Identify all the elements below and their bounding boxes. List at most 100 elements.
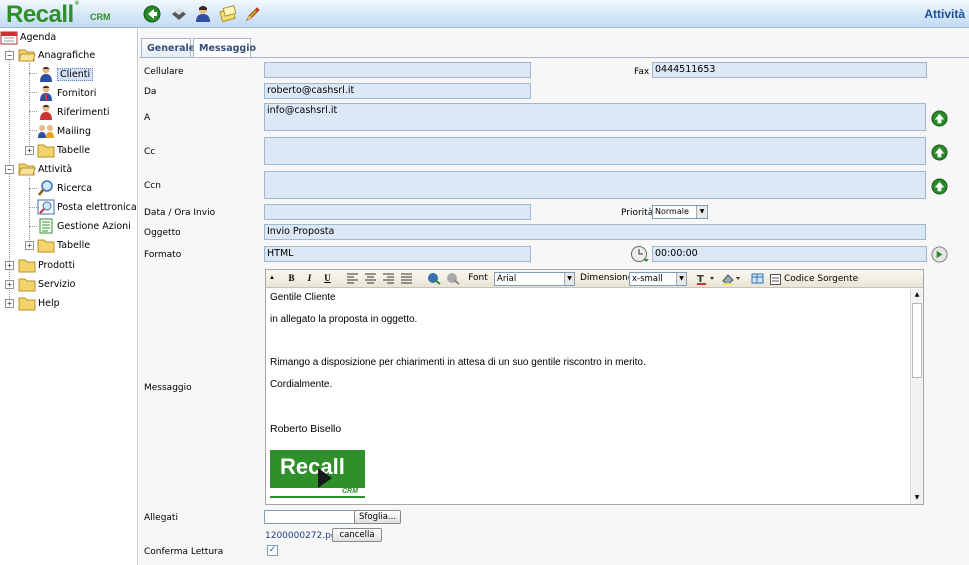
browse-button[interactable]: Sfoglia... <box>354 510 401 524</box>
expand-toggle[interactable]: + <box>25 241 34 250</box>
folder-open-icon <box>18 163 36 176</box>
clock-icon[interactable] <box>630 245 650 263</box>
text-color-icon[interactable]: T <box>696 272 716 285</box>
scroll-thumb[interactable] <box>912 303 922 378</box>
subject-field[interactable]: Invio Proposta <box>264 224 926 240</box>
collapse-toggle[interactable]: − <box>5 165 14 174</box>
size-label: Dimensione <box>580 273 634 283</box>
app-logo: Recall® <box>6 1 79 28</box>
cellulare-field[interactable] <box>264 62 531 78</box>
ccn-field[interactable] <box>264 171 926 199</box>
underline-button[interactable]: U <box>321 272 334 285</box>
cc-field[interactable] <box>264 137 926 165</box>
expand-toggle[interactable]: + <box>5 280 14 289</box>
notes-icon[interactable] <box>219 5 237 23</box>
sidebar-item-clienti[interactable]: Clienti <box>37 65 94 83</box>
sidebar: Agenda − Anagrafiche Clienti Fornitori R… <box>0 28 138 565</box>
app-logo-suffix: CRM <box>90 12 111 22</box>
ccn-label: Ccn <box>144 181 161 191</box>
sidebar-item-anagrafiche[interactable]: Anagrafiche <box>18 46 95 64</box>
font-label: Font <box>468 273 488 283</box>
signature-logo: Recall CRM <box>270 450 365 498</box>
sidebar-item-riferimenti[interactable]: Riferimenti <box>37 103 109 121</box>
sidebar-item-help[interactable]: Help <box>18 294 60 312</box>
pencil-icon[interactable] <box>244 5 262 23</box>
fax-field[interactable]: 0444511653 <box>652 62 927 78</box>
sidebar-item-prodotti[interactable]: Prodotti <box>18 256 75 274</box>
cancel-attachment-button[interactable]: cancella <box>332 528 382 542</box>
sidebar-item-servizio[interactable]: Servizio <box>18 275 75 293</box>
attachment-path-field[interactable] <box>264 510 356 524</box>
priority-select[interactable]: Normale ▼ <box>652 205 708 219</box>
sidebar-item-posta-elettronica[interactable]: Posta elettronica <box>37 198 137 216</box>
fax-label: Fax <box>634 67 650 77</box>
folder-icon <box>37 239 55 253</box>
cc-label: Cc <box>144 147 156 157</box>
sidebar-item-tabelle[interactable]: Tabelle <box>37 141 90 159</box>
to-field[interactable]: info@cashsrl.it <box>264 103 926 131</box>
message-line: in allegato la proposta in oggetto. <box>270 314 418 325</box>
align-left-icon[interactable] <box>346 272 359 285</box>
forward-icon[interactable] <box>931 246 948 263</box>
arrow-icon <box>318 468 332 488</box>
folder-icon <box>18 259 36 273</box>
add-recipient-icon[interactable] <box>931 110 948 127</box>
email-icon <box>37 199 55 215</box>
sidebar-item-agenda[interactable]: Agenda <box>0 28 56 46</box>
source-code-icon <box>770 273 781 285</box>
cellulare-label: Cellulare <box>144 67 184 77</box>
send-date-field[interactable] <box>264 204 531 220</box>
read-receipt-checkbox[interactable]: ✓ <box>267 545 278 556</box>
attachment-link[interactable]: 1200000272.pdf <box>265 531 340 541</box>
format-field[interactable]: HTML <box>264 246 531 262</box>
bold-button[interactable]: B <box>285 272 298 285</box>
sidebar-item-mailing[interactable]: Mailing <box>37 122 91 140</box>
italic-button[interactable]: I <box>303 272 316 285</box>
font-select[interactable]: Arial ▼ <box>494 272 575 286</box>
back-icon[interactable] <box>143 5 161 23</box>
sidebar-item-ricerca[interactable]: Ricerca <box>37 179 92 197</box>
user-icon[interactable] <box>194 5 212 23</box>
message-line: Cordialmente. <box>270 379 333 390</box>
add-cc-icon[interactable] <box>931 144 948 161</box>
unlink-icon[interactable] <box>446 272 460 285</box>
tab-generale[interactable]: Generale <box>141 38 195 57</box>
sidebar-item-gestione-azioni[interactable]: Gestione Azioni <box>37 217 131 235</box>
messaggio-label: Messaggio <box>144 383 192 393</box>
align-center-icon[interactable] <box>364 272 377 285</box>
page-title: Attività <box>924 7 965 21</box>
folder-icon <box>18 278 36 292</box>
sidebar-item-fornitori[interactable]: Fornitori <box>37 84 96 102</box>
message-line: Gentile Cliente <box>270 292 336 303</box>
tab-messaggio[interactable]: Messaggio <box>193 38 256 58</box>
sidebar-item-attivita[interactable]: Attività <box>18 160 72 178</box>
expand-toggle[interactable]: + <box>5 261 14 270</box>
allegati-label: Allegati <box>144 513 178 523</box>
sidebar-item-tabelle[interactable]: Tabelle <box>37 236 90 254</box>
collapse-toggle[interactable]: − <box>5 51 14 60</box>
link-icon[interactable] <box>427 272 441 285</box>
source-code-button[interactable]: Codice Sorgente <box>770 272 858 286</box>
chevron-down-icon[interactable]: ▼ <box>696 206 707 218</box>
editor-scrollbar[interactable]: ▲ ▼ <box>910 289 923 504</box>
highlight-color-icon[interactable] <box>721 272 743 285</box>
chevron-down-icon[interactable]: ▼ <box>676 273 686 285</box>
from-field[interactable]: roberto@cashsrl.it <box>264 83 531 99</box>
scroll-down-icon[interactable]: ▼ <box>911 492 923 504</box>
message-editor[interactable]: ▲ B I U Font Arial ▼ Dimensione x-small … <box>265 269 924 505</box>
table-icon[interactable] <box>751 272 764 285</box>
send-time-field[interactable]: 00:00:00 <box>652 246 927 262</box>
add-ccn-icon[interactable] <box>931 178 948 195</box>
justify-icon[interactable] <box>400 272 413 285</box>
toolbar-grip: ▲ <box>269 275 275 281</box>
size-select[interactable]: x-small ▼ <box>629 272 687 286</box>
print-icon[interactable] <box>170 5 188 23</box>
scroll-up-icon[interactable]: ▲ <box>911 289 923 301</box>
editor-body[interactable]: Gentile Cliente in allegato la proposta … <box>270 292 905 502</box>
message-line: Rimango a disposizione per chiarimenti i… <box>270 357 646 368</box>
expand-toggle[interactable]: + <box>25 146 34 155</box>
expand-toggle[interactable]: + <box>5 299 14 308</box>
align-right-icon[interactable] <box>382 272 395 285</box>
chevron-down-icon[interactable]: ▼ <box>564 273 574 285</box>
user-icon <box>40 66 52 82</box>
